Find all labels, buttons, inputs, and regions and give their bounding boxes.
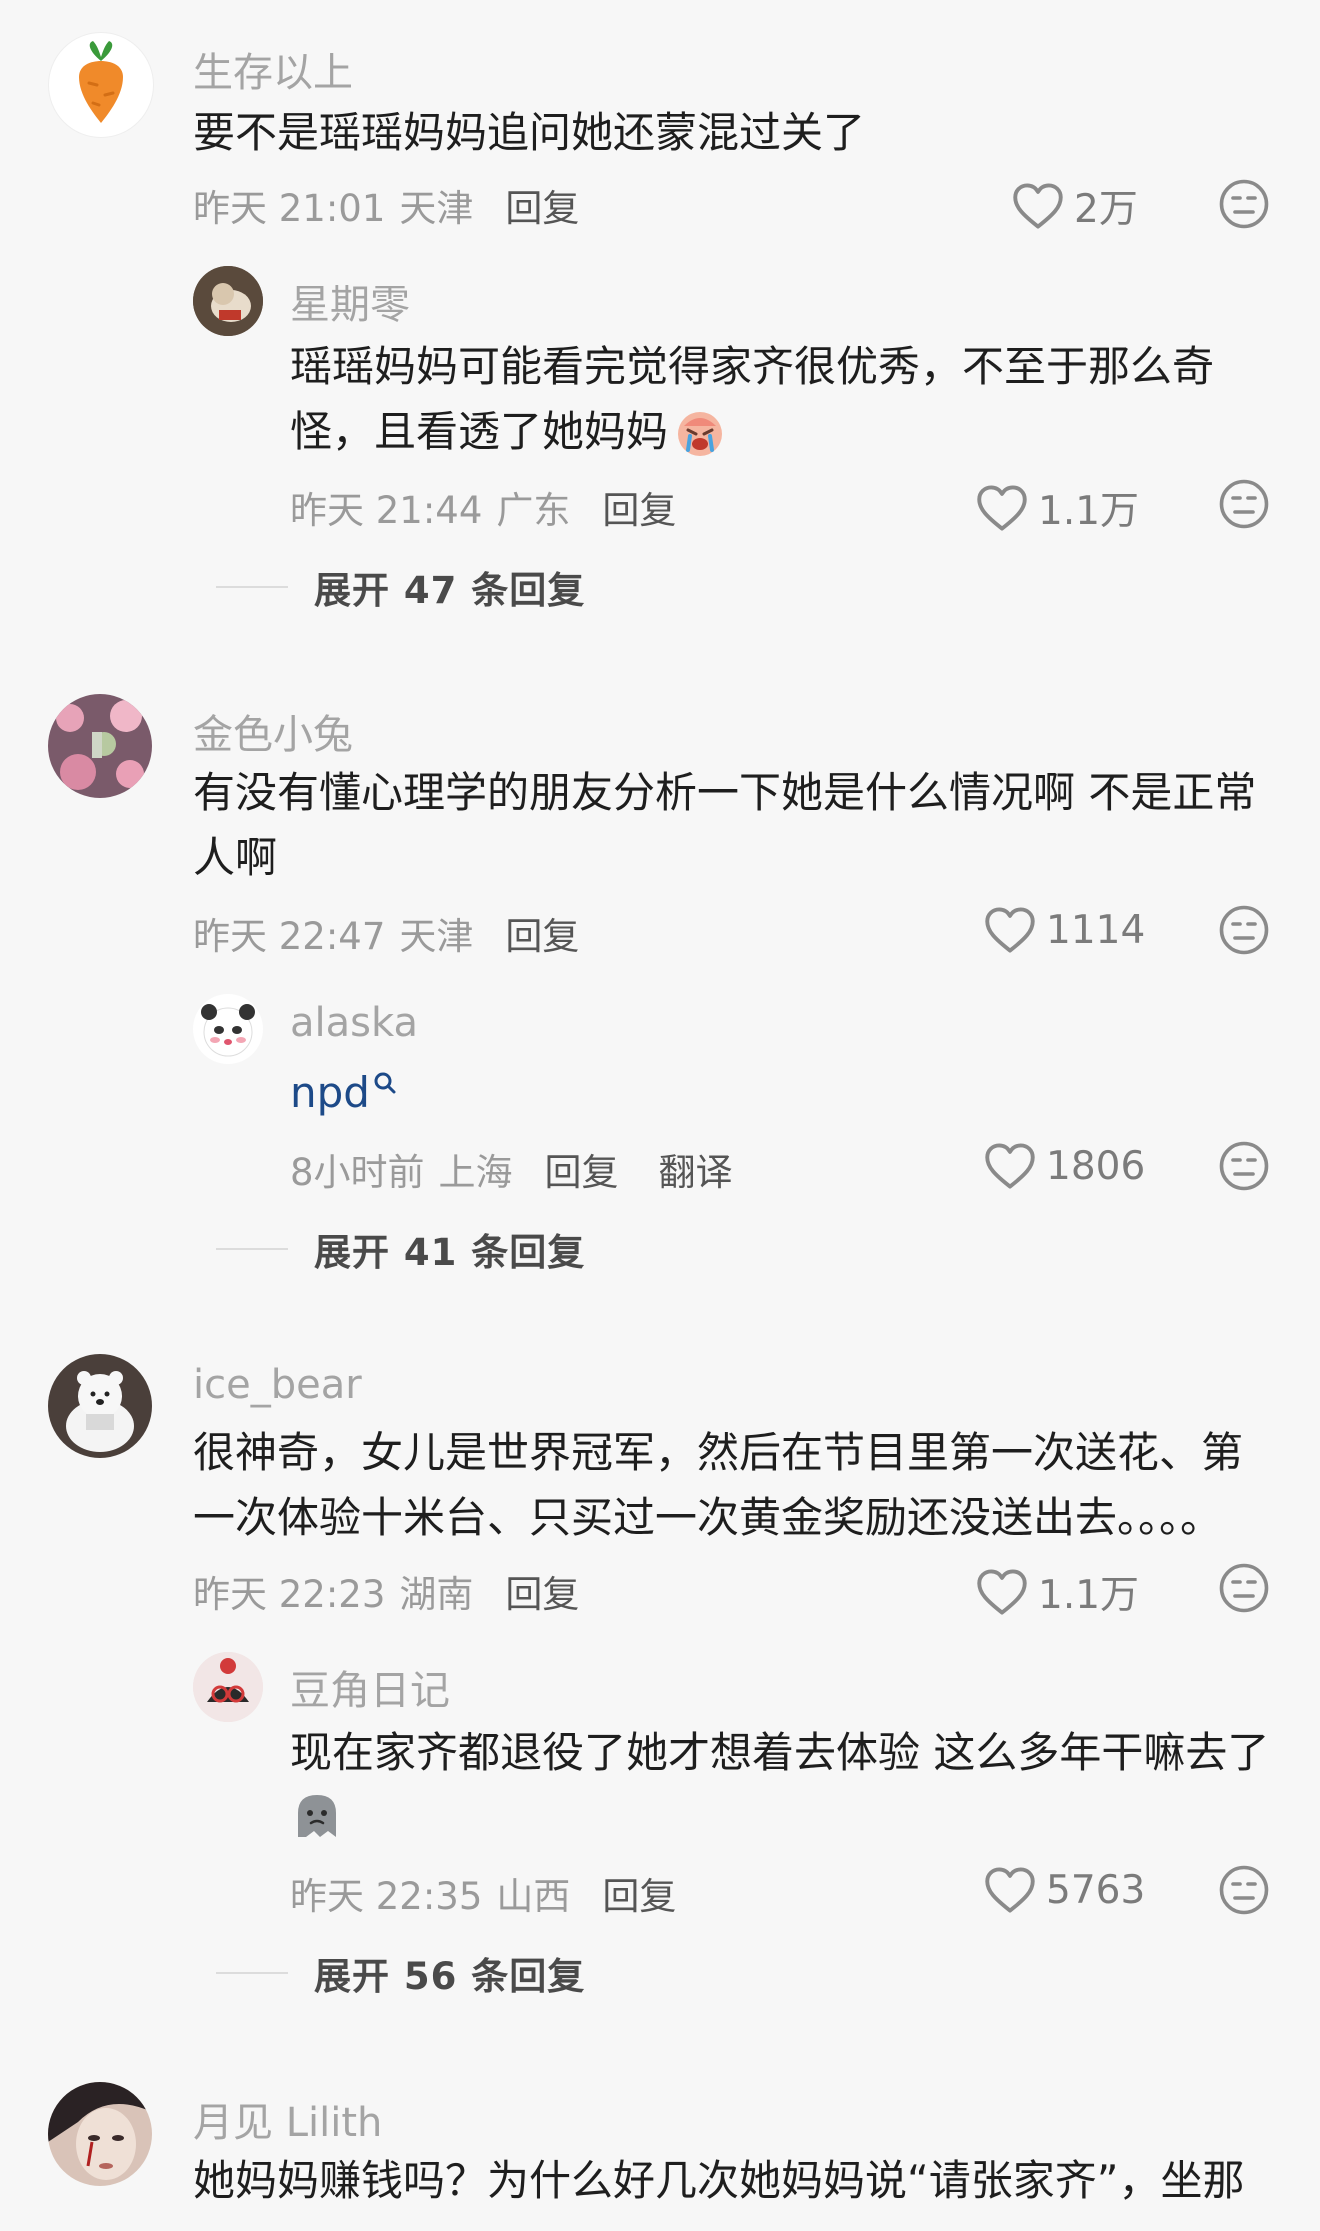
username[interactable]: alaska [290, 1000, 418, 1046]
search-keyword-link[interactable]: npd [290, 1060, 370, 1125]
panda-icon [201, 1004, 255, 1057]
like-button[interactable]: 2万 [1012, 178, 1138, 234]
timestamp: 昨天 22:47 [193, 915, 386, 958]
like-button[interactable]: 5763 [984, 1866, 1145, 1914]
avatar[interactable] [193, 1652, 263, 1722]
timestamp: 昨天 21:44 [290, 489, 483, 532]
text-line: 怪，且看透了她妈妈 [290, 399, 1214, 464]
username[interactable]: 豆角日记 [290, 1658, 450, 1716]
dislike-icon[interactable] [1218, 178, 1270, 230]
avatar[interactable] [48, 1354, 152, 1458]
reply-button[interactable]: 回复 [505, 178, 579, 232]
expand-label: 展开 47 条回复 [314, 569, 586, 612]
location: 山西 [496, 1875, 571, 1918]
like-count: 1.1万 [1038, 489, 1140, 534]
comment-text: 她妈妈赚钱吗？为什么好几次她妈妈说“请张家齐”，坐那 [193, 2156, 1245, 2205]
comment-text: 有没有懂心理学的朋友分析一下她是什么情况啊 不是正常 人啊 [193, 760, 1256, 890]
location: 湖南 [399, 1573, 474, 1616]
username[interactable]: 生存以上 [193, 40, 353, 98]
reply-button[interactable]: 回复 [545, 1142, 619, 1196]
expand-label: 展开 56 条回复 [314, 1955, 586, 1998]
reply-button[interactable]: 回复 [505, 1564, 579, 1618]
character-avatar-icon [193, 1652, 263, 1722]
dislike-icon[interactable] [1218, 1562, 1270, 1614]
reply-meta: 8小时前 上海 回复 翻译 [290, 1142, 733, 1196]
heart-icon [976, 484, 1028, 532]
avatar[interactable] [193, 994, 263, 1064]
text-segment: 怪，且看透了她妈妈 [290, 407, 669, 456]
like-button[interactable]: 1806 [984, 1142, 1145, 1190]
cat-photo-icon [193, 266, 263, 336]
reply-meta: 昨天 21:44 广东 回复 [290, 480, 676, 534]
heart-icon [976, 1568, 1028, 1616]
text-line: 现在家齐都退役了她才想着去体验 这么多年干嘛去了 [290, 1728, 1270, 1777]
text-line: 瑶瑶妈妈可能看完觉得家齐很优秀，不至于那么奇 [290, 342, 1215, 391]
comment-meta: 昨天 22:47 天津 回复 [193, 906, 579, 960]
location: 天津 [399, 187, 474, 230]
reply-button[interactable]: 回复 [505, 906, 579, 960]
like-button[interactable]: 1.1万 [976, 480, 1139, 536]
location: 上海 [438, 1151, 513, 1194]
location: 广东 [496, 489, 571, 532]
expand-replies-button[interactable]: 展开 47 条回复 [216, 560, 585, 614]
search-icon[interactable] [372, 1070, 398, 1100]
carrot-icon [79, 41, 123, 123]
expand-replies-button[interactable]: 展开 56 条回复 [216, 1946, 585, 2000]
like-count: 1114 [1046, 907, 1146, 953]
dislike-icon[interactable] [1218, 478, 1270, 530]
like-count: 1.1万 [1038, 1573, 1140, 1618]
like-count: 2万 [1074, 187, 1138, 232]
username[interactable]: ice_bear [193, 1362, 362, 1408]
expand-replies-button[interactable]: 展开 41 条回复 [216, 1222, 585, 1276]
comment-text: 要不是瑶瑶妈妈追问她还蒙混过关了 [193, 108, 866, 157]
reply-meta: 昨天 22:35 山西 回复 [290, 1866, 676, 1920]
dislike-icon[interactable] [1218, 904, 1270, 956]
translate-button[interactable]: 翻译 [659, 1142, 733, 1196]
polar-bear-icon [48, 1354, 152, 1458]
avatar[interactable] [48, 694, 152, 798]
crying-face-icon [678, 411, 723, 456]
divider [216, 1248, 288, 1250]
expand-label: 展开 41 条回复 [314, 1231, 586, 1274]
reply-text: 瑶瑶妈妈可能看完觉得家齐很优秀，不至于那么奇 怪，且看透了她妈妈 [290, 334, 1214, 464]
location: 天津 [399, 915, 474, 958]
reply-text: npd [290, 1060, 398, 1125]
comment-text: 很神奇，女儿是世界冠军，然后在节目里第一次送花、第 一次体验十米台、只买过一次黄… [193, 1420, 1243, 1550]
text-line: 人啊 [193, 833, 278, 882]
text-line: 很神奇，女儿是世界冠军，然后在节目里第一次送花、第 [193, 1428, 1244, 1477]
timestamp: 8小时前 [290, 1151, 425, 1194]
reply-button[interactable]: 回复 [602, 1866, 676, 1920]
portrait-photo-icon [48, 2082, 152, 2186]
heart-icon [984, 1142, 1036, 1190]
flower-photo-icon [48, 694, 152, 798]
text-line: 一次体验十米台、只买过一次黄金奖励还没送出去。。。。 [193, 1493, 1223, 1542]
like-count: 5763 [1046, 1867, 1146, 1913]
comment-meta: 昨天 22:23 湖南 回复 [193, 1564, 579, 1618]
dislike-icon[interactable] [1218, 1864, 1270, 1916]
heart-icon [984, 906, 1036, 954]
heart-icon [984, 1866, 1036, 1914]
comment-meta: 昨天 21:01 天津 回复 [193, 178, 579, 232]
avatar[interactable] [193, 266, 263, 336]
username[interactable]: 星期零 [290, 272, 410, 330]
heart-icon [1012, 182, 1064, 230]
username[interactable]: 金色小兔 [193, 702, 353, 760]
like-count: 1806 [1046, 1143, 1146, 1189]
dislike-icon[interactable] [1218, 1140, 1270, 1192]
divider [216, 1972, 288, 1974]
sad-ghost-icon [298, 1795, 336, 1837]
divider [216, 586, 288, 588]
reply-text: 现在家齐都退役了她才想着去体验 这么多年干嘛去了 [290, 1720, 1269, 1861]
text-line: 有没有懂心理学的朋友分析一下她是什么情况啊 不是正常 [193, 768, 1257, 817]
avatar[interactable] [48, 2082, 152, 2186]
timestamp: 昨天 22:35 [290, 1875, 483, 1918]
timestamp: 昨天 22:23 [193, 1573, 386, 1616]
username[interactable]: 月见 Lilith [193, 2090, 382, 2148]
like-button[interactable]: 1114 [984, 906, 1145, 954]
avatar[interactable] [48, 32, 154, 138]
reply-button[interactable]: 回复 [602, 480, 676, 534]
timestamp: 昨天 21:01 [193, 187, 386, 230]
like-button[interactable]: 1.1万 [976, 1564, 1139, 1620]
